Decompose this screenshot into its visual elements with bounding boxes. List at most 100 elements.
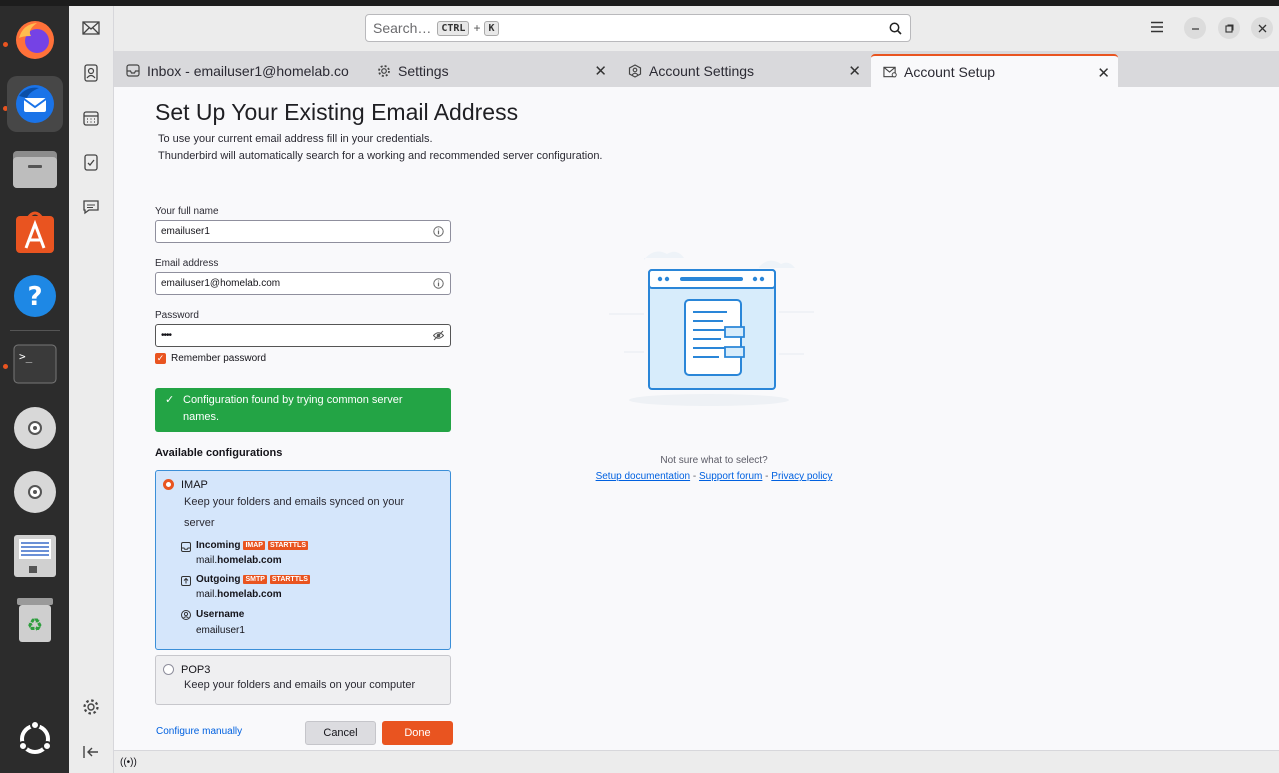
fullname-label: Your full name bbox=[155, 206, 219, 217]
user-icon bbox=[181, 610, 191, 620]
pop3-description: Keep your folders and emails on your com… bbox=[184, 679, 416, 691]
tab-account-setup[interactable]: Account Setup ✕ bbox=[871, 54, 1118, 87]
online-status-icon[interactable]: ((•)) bbox=[120, 757, 137, 768]
security-badge: STARTTLS bbox=[267, 541, 308, 550]
username-label: Username bbox=[196, 609, 245, 620]
protocol-badge: SMTP bbox=[243, 575, 267, 584]
search-icon[interactable] bbox=[889, 22, 902, 35]
help-question: Not sure what to select? bbox=[660, 455, 768, 466]
password-label: Password bbox=[155, 310, 199, 321]
email-label: Email address bbox=[155, 258, 219, 269]
address-book-icon[interactable] bbox=[79, 61, 103, 85]
tab-label: Account Setup bbox=[904, 63, 996, 80]
protocol-badge: IMAP bbox=[243, 541, 265, 550]
email-value: emailuser1@homelab.com bbox=[161, 278, 281, 289]
disc-icon[interactable] bbox=[7, 464, 63, 520]
show-password-icon[interactable] bbox=[433, 330, 444, 341]
available-configs-heading: Available configurations bbox=[155, 447, 283, 459]
spaces-toolbar bbox=[69, 6, 114, 773]
intro-text: To use your current email address fill i… bbox=[158, 133, 433, 145]
privacy-policy-link[interactable]: Privacy policy bbox=[771, 471, 832, 482]
dock-separator bbox=[10, 330, 60, 331]
pop3-radio[interactable] bbox=[163, 664, 174, 675]
trash-icon[interactable]: ♻ bbox=[7, 592, 63, 648]
configure-manually-link[interactable]: Configure manually bbox=[156, 726, 242, 737]
shortcut-plus: + bbox=[473, 21, 481, 35]
ubuntu-dock: ? >_ ♻ bbox=[0, 6, 69, 773]
restore-button[interactable] bbox=[1218, 17, 1240, 39]
shortcut-key: CTRL bbox=[437, 20, 470, 36]
setup-documentation-link[interactable]: Setup documentation bbox=[596, 471, 691, 482]
imap-description: Keep your folders and emails synced on y… bbox=[184, 496, 405, 529]
minimize-button[interactable] bbox=[1184, 17, 1206, 39]
tab-label: Account Settings bbox=[649, 62, 755, 79]
search-placeholder: Search… bbox=[373, 20, 432, 36]
fullname-value: emailuser1 bbox=[161, 226, 210, 237]
inbox-icon bbox=[126, 64, 140, 78]
help-icon[interactable]: ? bbox=[7, 268, 63, 324]
password-field[interactable]: •••• bbox=[155, 324, 451, 347]
intro-text: Thunderbird will automatically search fo… bbox=[158, 150, 603, 162]
search-input[interactable]: Search… CTRL + K bbox=[365, 14, 911, 42]
collapse-toolbar-icon[interactable] bbox=[79, 740, 103, 764]
remember-label: Remember password bbox=[171, 353, 267, 364]
fullname-field[interactable]: emailuser1 bbox=[155, 220, 451, 243]
document-illustration bbox=[609, 251, 814, 406]
disc-icon[interactable] bbox=[7, 400, 63, 456]
app-center-icon[interactable] bbox=[7, 204, 63, 260]
imap-title: IMAP bbox=[181, 479, 208, 491]
calendar-icon[interactable] bbox=[79, 106, 103, 130]
done-button[interactable]: Done bbox=[382, 721, 453, 745]
close-tab-icon[interactable]: ✕ bbox=[848, 62, 861, 80]
tab-inbox[interactable]: Inbox - emailuser1@homelab.co bbox=[114, 54, 364, 87]
imap-config-option[interactable]: IMAP Keep your folders and emails synced… bbox=[155, 470, 451, 650]
username-value: emailuser1 bbox=[196, 625, 245, 636]
firefox-icon[interactable] bbox=[7, 12, 63, 68]
account-setup-page: Set Up Your Existing Email Address To us… bbox=[114, 87, 1279, 750]
settings-gear-icon[interactable] bbox=[79, 695, 103, 719]
cancel-button[interactable]: Cancel bbox=[305, 721, 376, 745]
files-icon[interactable] bbox=[7, 140, 63, 196]
drive-icon[interactable] bbox=[7, 528, 63, 584]
mail-space-icon[interactable] bbox=[79, 16, 103, 40]
show-apps-icon[interactable] bbox=[7, 711, 63, 767]
email-field[interactable]: emailuser1@homelab.com bbox=[155, 272, 451, 295]
tasks-icon[interactable] bbox=[79, 150, 103, 174]
pop3-title: POP3 bbox=[181, 664, 211, 676]
outgoing-server-icon bbox=[181, 576, 191, 586]
status-bar: ((•)) bbox=[114, 750, 1279, 773]
tab-settings[interactable]: Settings ✕ bbox=[365, 54, 615, 87]
close-tab-icon[interactable]: ✕ bbox=[594, 62, 607, 80]
support-forum-link[interactable]: Support forum bbox=[699, 471, 762, 482]
tab-bar: Inbox - emailuser1@homelab.co Settings ✕… bbox=[114, 51, 1279, 87]
info-icon bbox=[433, 278, 444, 289]
svg-text:>_: >_ bbox=[19, 350, 33, 363]
tab-account-settings[interactable]: Account Settings ✕ bbox=[616, 54, 869, 87]
mail-setup-icon bbox=[883, 65, 897, 79]
outgoing-label: Outgoing bbox=[196, 574, 241, 585]
help-section: Not sure what to select? Setup documenta… bbox=[554, 453, 874, 485]
pop3-config-option[interactable]: POP3 Keep your folders and emails on you… bbox=[155, 655, 451, 705]
remember-password-checkbox[interactable]: ✓ Remember password bbox=[155, 353, 266, 364]
chat-icon[interactable] bbox=[79, 195, 103, 219]
check-icon: ✓ bbox=[165, 394, 175, 406]
incoming-host: mail.homelab.com bbox=[196, 555, 282, 566]
app-menu-icon[interactable] bbox=[1150, 21, 1164, 36]
title-bar: Search… CTRL + K bbox=[114, 6, 1279, 51]
close-tab-icon[interactable]: ✕ bbox=[1097, 64, 1110, 82]
outgoing-host: mail.homelab.com bbox=[196, 589, 282, 600]
close-window-button[interactable] bbox=[1251, 17, 1273, 39]
checkbox-checked-icon[interactable]: ✓ bbox=[155, 353, 166, 364]
imap-radio[interactable] bbox=[163, 479, 174, 490]
thunderbird-icon[interactable] bbox=[7, 76, 63, 132]
password-value: •••• bbox=[161, 330, 172, 341]
config-found-message: Configuration found by trying common ser… bbox=[183, 394, 403, 423]
page-title: Set Up Your Existing Email Address bbox=[155, 99, 519, 125]
info-icon bbox=[433, 226, 444, 237]
security-badge: STARTTLS bbox=[269, 575, 310, 584]
tab-label: Settings bbox=[398, 62, 449, 79]
terminal-icon[interactable]: >_ bbox=[7, 336, 63, 392]
link-separator: - bbox=[765, 471, 769, 482]
shortcut-key: K bbox=[484, 20, 499, 36]
svg-text:?: ? bbox=[27, 282, 42, 312]
